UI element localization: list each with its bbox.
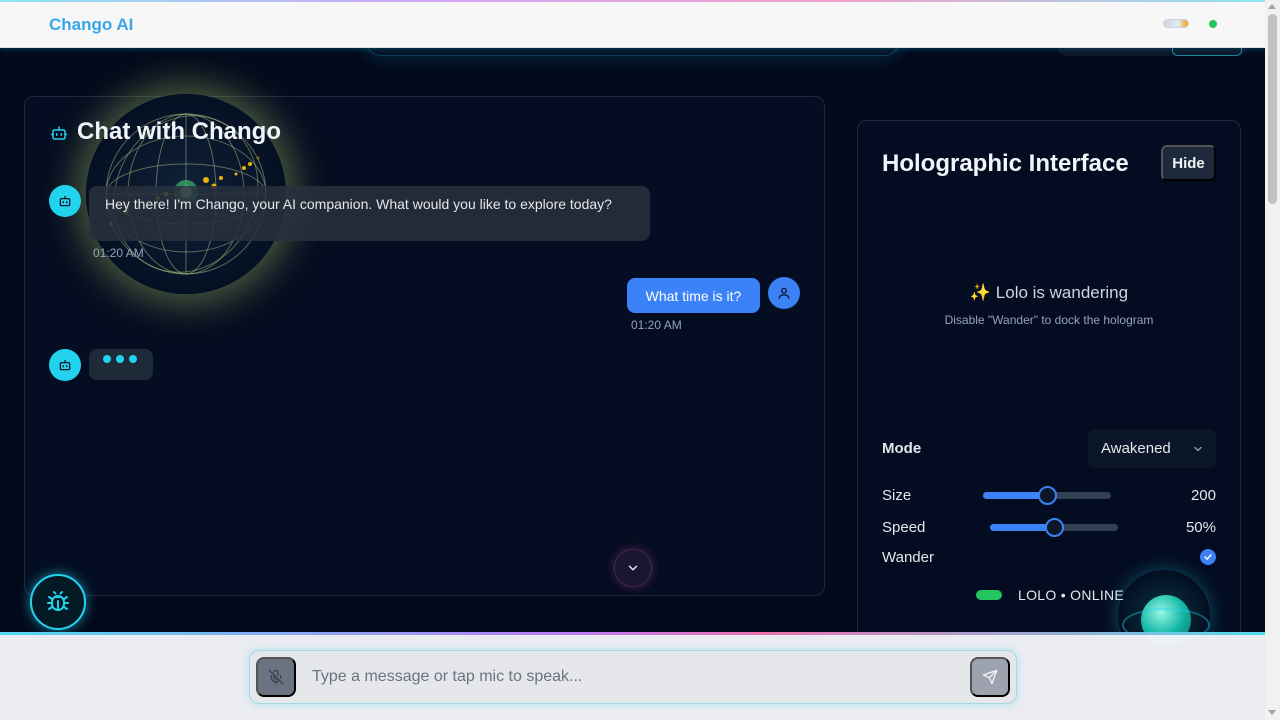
speed-label: Speed <box>882 519 926 536</box>
message-timestamp: 01:20 AM <box>631 318 682 332</box>
debug-button[interactable] <box>30 574 86 630</box>
user-icon <box>778 287 790 299</box>
user-message: What time is it? <box>627 278 760 313</box>
size-value: 200 <box>1190 487 1216 504</box>
speed-slider-thumb[interactable] <box>1045 518 1064 537</box>
wander-hint: Disable "Wander" to dock the hologram <box>944 313 1154 327</box>
chat-title: Chat with Chango <box>77 118 281 145</box>
assistant-avatar <box>49 185 81 217</box>
bot-icon <box>59 195 71 207</box>
typing-indicator <box>89 349 153 380</box>
holographic-title: Holographic Interface <box>882 150 1129 177</box>
bot-icon <box>59 359 71 371</box>
top-header: Chango AI <box>0 0 1265 48</box>
size-slider[interactable] <box>983 486 1111 505</box>
theme-toggle[interactable] <box>1163 19 1189 28</box>
mode-label: Mode <box>882 440 922 457</box>
scroll-down-arrow[interactable] <box>1268 710 1276 715</box>
wander-checkbox[interactable] <box>1200 549 1216 565</box>
speed-value: 50% <box>1185 519 1216 536</box>
wander-status: ✨ Lolo is wandering <box>969 283 1129 302</box>
bot-icon <box>50 124 68 142</box>
page-scrollbar[interactable] <box>1265 0 1280 720</box>
speed-slider[interactable] <box>990 518 1118 537</box>
brand-title[interactable]: Chango AI <box>49 15 133 35</box>
check-icon <box>1204 554 1212 560</box>
message-timestamp: 01:20 AM <box>93 246 144 260</box>
size-label: Size <box>882 487 912 504</box>
bug-icon <box>47 591 69 611</box>
mode-value: Awakened <box>1101 440 1171 457</box>
chevron-down-icon <box>628 565 638 571</box>
status-indicator <box>1209 20 1217 28</box>
online-indicator <box>976 590 1002 600</box>
mic-button[interactable] <box>256 657 296 697</box>
message-input[interactable] <box>300 660 960 694</box>
assistant-avatar <box>49 349 81 381</box>
chevron-down-icon <box>1194 446 1202 452</box>
scroll-to-bottom-button[interactable] <box>614 549 652 587</box>
mic-off-icon <box>268 669 284 685</box>
assistant-message: Hey there! I'm Chango, your AI companion… <box>89 186 650 241</box>
scrollbar-thumb[interactable] <box>1268 14 1277 204</box>
online-status: LOLO • ONLINE <box>1018 587 1125 603</box>
mode-select[interactable]: Awakened <box>1088 430 1216 468</box>
wander-label: Wander <box>882 549 934 566</box>
send-button[interactable] <box>970 657 1010 697</box>
hide-button[interactable]: Hide <box>1161 145 1216 181</box>
scroll-up-arrow[interactable] <box>1268 4 1276 9</box>
size-slider-thumb[interactable] <box>1038 486 1057 505</box>
send-icon <box>982 669 998 685</box>
user-avatar <box>768 277 800 309</box>
